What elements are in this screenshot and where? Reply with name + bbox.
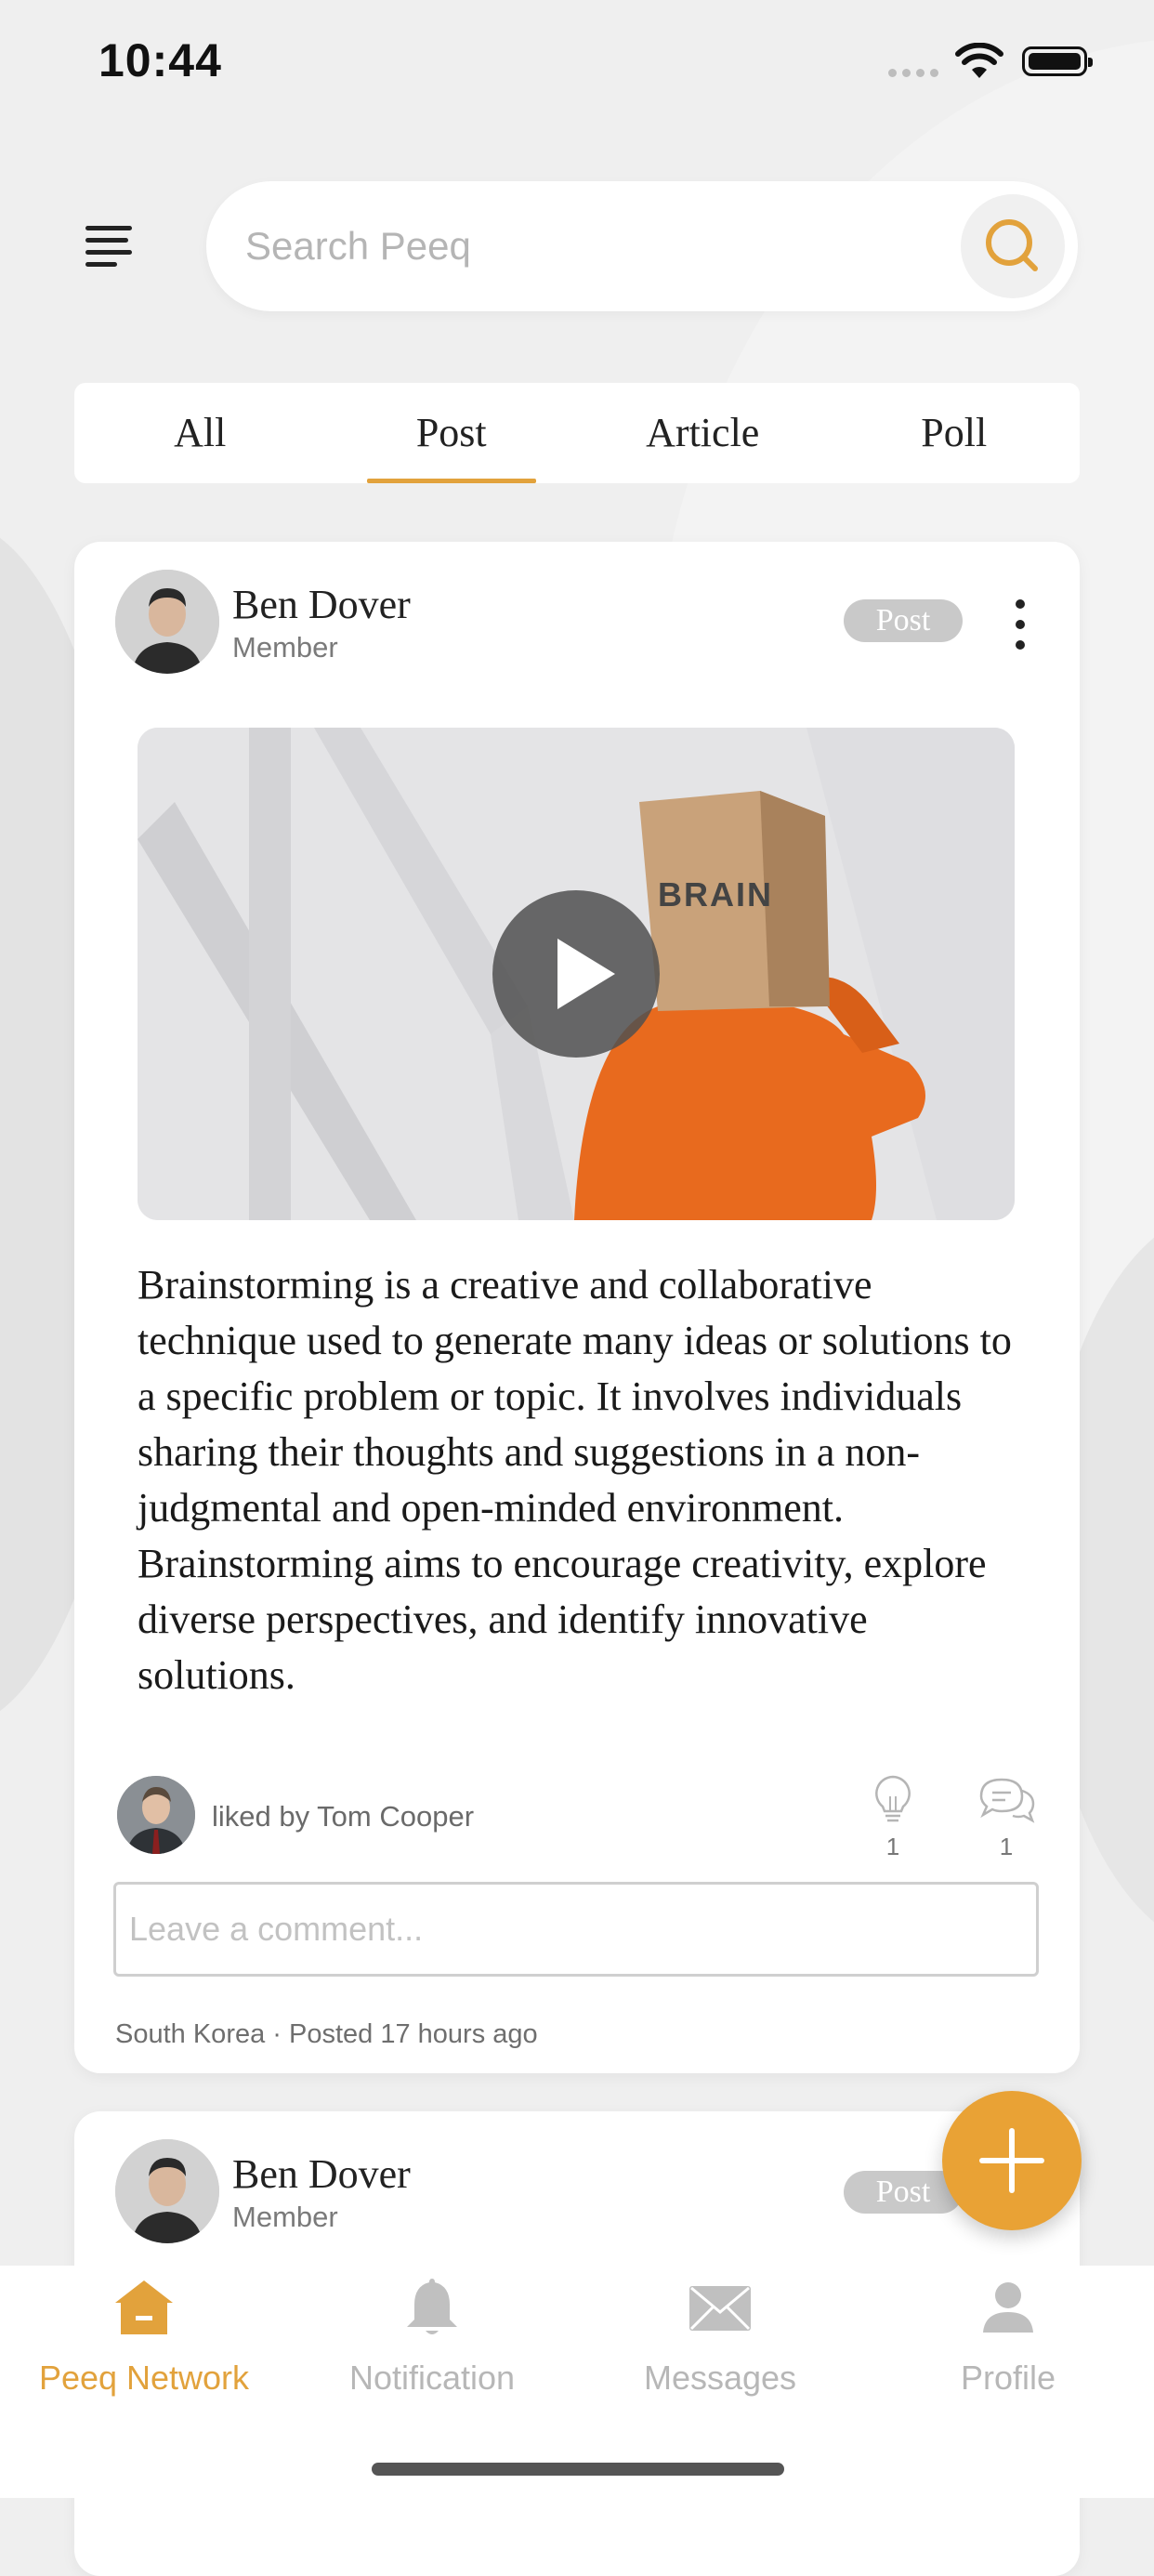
tab-all[interactable]: All bbox=[74, 383, 326, 483]
tab-post[interactable]: Post bbox=[326, 383, 578, 483]
bell-icon bbox=[407, 2279, 457, 2334]
comment-input[interactable] bbox=[113, 1882, 1039, 1977]
lightbulb-icon bbox=[875, 1775, 911, 1822]
nav-label: Messages bbox=[643, 2359, 797, 2397]
post-card: Ben Dover Member Post BRAIN Brainstormin… bbox=[74, 542, 1080, 2073]
nav-label: Notification bbox=[348, 2359, 516, 2397]
person-photo-icon bbox=[115, 570, 219, 674]
home-indicator bbox=[372, 2463, 784, 2476]
author-name[interactable]: Ben Dover bbox=[232, 2150, 411, 2198]
search-button[interactable] bbox=[961, 194, 1065, 298]
nav-label: Peeq Network bbox=[38, 2359, 250, 2397]
filter-tabs: All Post Article Poll bbox=[74, 383, 1080, 483]
tab-article[interactable]: Article bbox=[577, 383, 829, 483]
author-name[interactable]: Ben Dover bbox=[232, 581, 411, 628]
status-time: 10:44 bbox=[98, 34, 222, 86]
like-count: 1 bbox=[885, 1833, 900, 1860]
liked-by-text[interactable]: liked by Tom Cooper bbox=[212, 1800, 474, 1833]
person-icon bbox=[983, 2282, 1033, 2333]
person-photo-icon bbox=[115, 2139, 219, 2243]
search-input[interactable] bbox=[243, 213, 935, 280]
search-icon bbox=[986, 219, 1038, 271]
comment-count: 1 bbox=[999, 1833, 1014, 1860]
signal-icon bbox=[888, 65, 944, 82]
status-bar: 10:44 bbox=[0, 0, 1154, 121]
person-photo-icon bbox=[117, 1776, 195, 1854]
search-bar bbox=[206, 181, 1078, 311]
comment-stat[interactable]: 1 bbox=[974, 1774, 1039, 1861]
chat-bubbles-icon bbox=[979, 1778, 1035, 1823]
home-icon bbox=[115, 2280, 173, 2334]
envelope-icon bbox=[689, 2286, 751, 2331]
menu-icon[interactable] bbox=[85, 226, 132, 269]
author-avatar[interactable] bbox=[115, 2139, 219, 2243]
like-stat[interactable]: 1 bbox=[860, 1774, 925, 1861]
author-avatar[interactable] bbox=[115, 570, 219, 674]
more-options-icon[interactable] bbox=[1011, 599, 1029, 655]
play-button[interactable] bbox=[492, 890, 660, 1058]
tab-poll[interactable]: Poll bbox=[829, 383, 1081, 483]
post-video[interactable]: BRAIN bbox=[138, 728, 1015, 1220]
author-role: Member bbox=[232, 631, 338, 664]
liker-avatar[interactable] bbox=[117, 1776, 195, 1854]
post-type-badge: Post bbox=[844, 599, 963, 642]
media-caption: BRAIN bbox=[658, 875, 773, 913]
author-role: Member bbox=[232, 2201, 338, 2233]
nav-label: Profile bbox=[960, 2359, 1056, 2397]
create-post-button[interactable] bbox=[942, 2091, 1082, 2230]
post-body: Brainstorming is a creative and collabor… bbox=[138, 1262, 1012, 1698]
wifi-icon bbox=[955, 43, 1003, 78]
battery-icon bbox=[1022, 46, 1093, 76]
post-meta: South Korea · Posted 17 hours ago bbox=[115, 2019, 538, 2049]
